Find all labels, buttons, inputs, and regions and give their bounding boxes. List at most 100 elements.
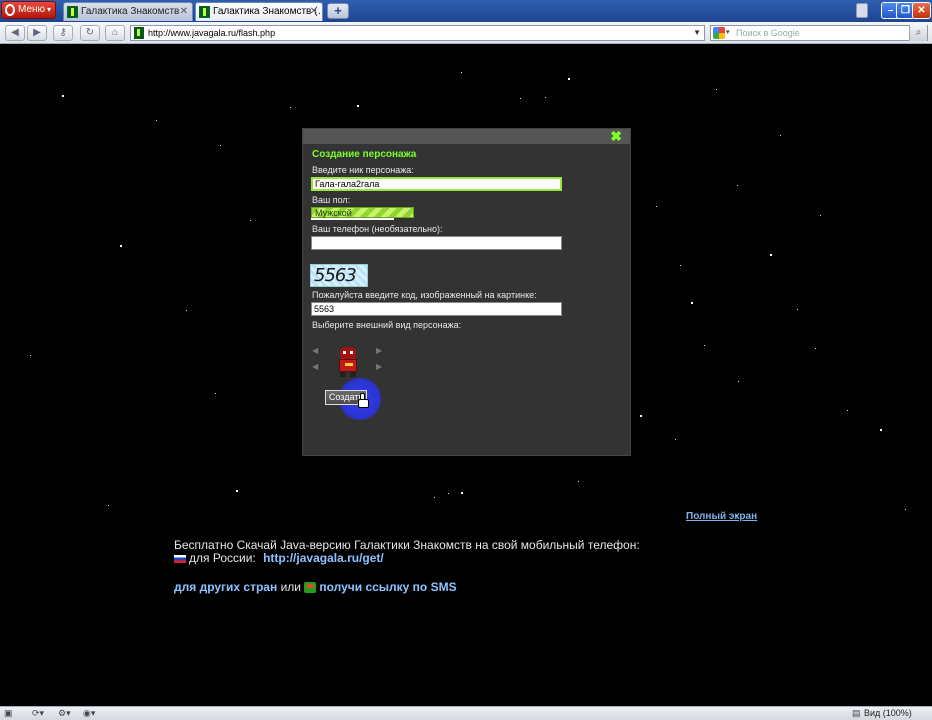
star xyxy=(120,245,122,247)
russia-flag-icon xyxy=(174,554,186,563)
avatar-eye xyxy=(350,351,353,354)
star xyxy=(156,120,157,121)
new-tab-button[interactable]: + xyxy=(327,3,349,19)
home-button[interactable]: ⌂ xyxy=(105,25,125,41)
zoom-level[interactable]: Вид (100%) xyxy=(864,708,912,719)
gender-label: Ваш пол: xyxy=(312,195,351,205)
chevron-down-icon: ▾ xyxy=(46,5,51,14)
appearance-label: Выберите внешний вид персонажа: xyxy=(312,320,462,330)
dialog-titlebar: ✖ xyxy=(303,129,630,144)
page-content: ✖ Создание персонажа Введите ник персона… xyxy=(0,45,932,706)
star xyxy=(215,393,216,394)
opera-menu-button[interactable]: Меню ▾ xyxy=(1,1,56,19)
star xyxy=(520,98,521,99)
view-icon[interactable]: ▤ xyxy=(852,708,861,719)
search-icon[interactable]: ⌕ xyxy=(909,25,927,41)
avatar-eye xyxy=(343,351,346,354)
trash-icon[interactable] xyxy=(856,3,868,18)
google-icon[interactable] xyxy=(713,27,725,39)
panel-toggle-icon[interactable]: ▣ xyxy=(4,708,13,719)
star xyxy=(770,254,772,256)
russia-download-link[interactable]: http://javagala.ru/get/ xyxy=(263,551,384,565)
star xyxy=(108,505,109,506)
nick-input[interactable]: Гала-гала2гала xyxy=(311,177,562,191)
star xyxy=(704,345,705,346)
star xyxy=(656,206,657,207)
key-icon[interactable]: ⚷ xyxy=(53,25,73,41)
star xyxy=(738,381,739,382)
star xyxy=(797,309,798,310)
star xyxy=(847,410,848,411)
network-icon[interactable]: ⚙▾ xyxy=(58,708,71,719)
site-favicon-icon xyxy=(67,6,78,18)
character-avatar xyxy=(337,347,359,377)
star xyxy=(568,78,570,80)
back-button[interactable]: ◀ xyxy=(5,25,25,41)
turbo-icon[interactable]: ◉▾ xyxy=(83,708,95,719)
sms-link[interactable]: получи ссылку по SMS xyxy=(319,580,456,594)
star xyxy=(675,439,676,440)
captcha-input[interactable]: 5563 xyxy=(311,302,562,316)
hand-cursor-icon xyxy=(358,393,369,408)
star xyxy=(880,429,882,431)
close-tab-icon[interactable]: ✕ xyxy=(310,3,318,20)
star xyxy=(30,355,31,356)
tab-title: Галактика Знакомств xyxy=(81,6,180,17)
star xyxy=(680,265,681,266)
star xyxy=(461,72,462,73)
phone-label: Ваш телефон (необязательно): xyxy=(312,224,443,234)
phone-input[interactable] xyxy=(311,236,562,250)
star xyxy=(461,492,463,494)
close-window-button[interactable]: ✕ xyxy=(912,2,931,19)
star xyxy=(290,107,291,108)
star xyxy=(186,310,187,311)
tab-title: Галактика Знакомств (… xyxy=(213,6,323,17)
gender-underline xyxy=(311,218,394,220)
browser-tab-1[interactable]: Галактика Знакомств ✕ xyxy=(63,2,193,21)
search-placeholder: Поиск в Google xyxy=(736,28,800,38)
other-countries-link[interactable]: для других стран xyxy=(174,580,277,594)
address-text: http://www.javagala.ru/flash.php xyxy=(148,28,276,38)
gender-select[interactable]: Мужской xyxy=(311,207,414,218)
code-label: Пожалуйста введите код, изображенный на … xyxy=(312,290,537,300)
close-icon[interactable]: ✖ xyxy=(610,129,622,143)
forward-button[interactable]: ▶ xyxy=(27,25,47,41)
site-favicon-icon xyxy=(199,6,210,18)
avatar-leg xyxy=(340,372,346,377)
star xyxy=(357,105,359,107)
menu-label: Меню xyxy=(18,4,46,15)
nick-label: Введите ник персонажа: xyxy=(312,165,414,175)
star xyxy=(640,415,642,417)
character-creation-dialog: ✖ Создание персонажа Введите ник персона… xyxy=(302,128,631,456)
avatar-leg xyxy=(350,372,356,377)
star xyxy=(250,220,251,221)
next-body-arrow-icon[interactable]: ▶ xyxy=(376,362,382,371)
browser-tab-2[interactable]: Галактика Знакомств (… ✕ xyxy=(195,2,323,21)
sync-icon[interactable]: ⟳▾ xyxy=(32,708,44,719)
promo-text: Бесплатно Скачай Java-версию Галактики З… xyxy=(174,538,640,552)
avatar-belly xyxy=(345,363,353,366)
prev-head-arrow-icon[interactable]: ◀ xyxy=(312,346,318,355)
close-tab-icon[interactable]: ✕ xyxy=(180,3,188,20)
star xyxy=(716,89,717,90)
chevron-down-icon[interactable]: ▼ xyxy=(693,26,701,40)
prev-body-arrow-icon[interactable]: ◀ xyxy=(312,362,318,371)
promo-other-line: для других стран или получи ссылку по SM… xyxy=(174,580,457,594)
address-input[interactable]: http://www.javagala.ru/flash.php ▼ xyxy=(130,25,705,41)
site-favicon-icon xyxy=(134,27,144,39)
next-head-arrow-icon[interactable]: ▶ xyxy=(376,346,382,355)
star xyxy=(62,95,64,97)
sms-icon xyxy=(304,582,317,594)
fullscreen-link[interactable]: Полный экран xyxy=(686,511,757,522)
star xyxy=(737,185,738,186)
opera-logo-icon xyxy=(5,4,15,16)
star xyxy=(434,497,435,498)
star xyxy=(578,481,579,482)
chevron-down-icon[interactable]: ▾ xyxy=(726,26,730,40)
promo-russia-prefix: для России: xyxy=(189,551,256,565)
promo-russia-line: для России: http://javagala.ru/get/ xyxy=(174,551,384,565)
star xyxy=(545,97,546,98)
star xyxy=(236,490,238,492)
search-input[interactable]: ▾ Поиск в Google ⌕ xyxy=(710,25,928,41)
reload-button[interactable]: ↻ xyxy=(80,25,100,41)
